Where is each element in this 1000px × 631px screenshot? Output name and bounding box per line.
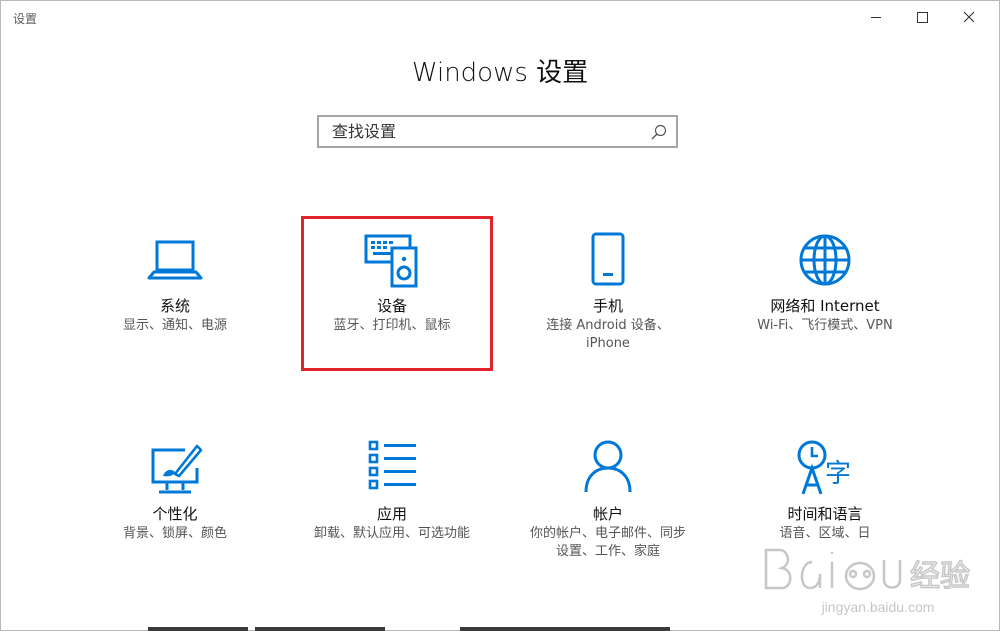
baidu-jingyan-watermark: 经验 jingyan.baidu.com (758, 540, 998, 630)
svg-text:字: 字 (825, 459, 851, 489)
bottom-edge-segment (148, 627, 248, 631)
maximize-button[interactable] (899, 0, 945, 34)
bottom-edge-segment (255, 627, 385, 631)
tile-title: 个性化 (152, 505, 198, 523)
tile-title: 帐户 (592, 505, 623, 523)
title-bar: 设置 (0, 0, 1000, 34)
apps-list-icon (368, 440, 416, 490)
laptop-icon (147, 240, 203, 280)
tile-description-line2: 设置、工作、家庭 (555, 544, 660, 559)
tile-title: 时间和语言 (787, 505, 863, 523)
tile-title: 网络和 Internet (770, 297, 880, 315)
tile-description: 你的帐户、电子邮件、同步 (529, 526, 686, 541)
phone-icon (591, 232, 625, 286)
personalization-icon (151, 444, 203, 494)
close-icon (963, 11, 975, 23)
tile-description: 显示、通知、电源 (122, 318, 227, 333)
tile-apps[interactable]: 应用 卸载、默认应用、可选功能 (297, 430, 487, 580)
tile-title: 应用 (376, 505, 407, 523)
tile-description: 连接 Android 设备、 (546, 318, 670, 333)
tile-description-line2: iPhone (586, 336, 630, 351)
minimize-button[interactable] (853, 0, 899, 34)
tile-system[interactable]: 系统 显示、通知、电源 (80, 222, 270, 372)
tile-phone[interactable]: 手机 连接 Android 设备、 iPhone (513, 222, 703, 372)
tile-description: Wi-Fi、飞行模式、VPN (757, 318, 893, 333)
svg-text:经验: 经验 (910, 559, 970, 594)
tile-personalization[interactable]: 个性化 背景、锁屏、颜色 (80, 430, 270, 580)
search-box[interactable] (317, 115, 678, 148)
search-input[interactable] (319, 117, 652, 146)
bottom-edge-segment (460, 627, 670, 631)
person-icon (584, 440, 632, 493)
tile-description: 卸载、默认应用、可选功能 (313, 526, 470, 541)
highlight-annotation (301, 216, 493, 371)
tile-title: 系统 (159, 297, 190, 315)
app-title: 设置 (13, 12, 38, 26)
baidu-logo-icon: 经验 (764, 548, 971, 595)
maximize-icon (916, 11, 928, 23)
tile-title: 手机 (592, 297, 623, 315)
page-title: Windows 设置 (411, 58, 589, 88)
globe-icon (799, 234, 851, 286)
search-icon[interactable] (650, 123, 668, 141)
close-button[interactable] (946, 0, 992, 34)
minimize-icon (871, 16, 881, 18)
tile-network[interactable]: 网络和 Internet Wi-Fi、飞行模式、VPN (730, 222, 920, 372)
tile-accounts[interactable]: 帐户 你的帐户、电子邮件、同步 设置、工作、家庭 (513, 430, 703, 580)
watermark-url: jingyan.baidu.com (821, 599, 935, 615)
tile-description: 背景、锁屏、颜色 (122, 526, 227, 541)
time-language-icon: 字 (797, 440, 851, 495)
